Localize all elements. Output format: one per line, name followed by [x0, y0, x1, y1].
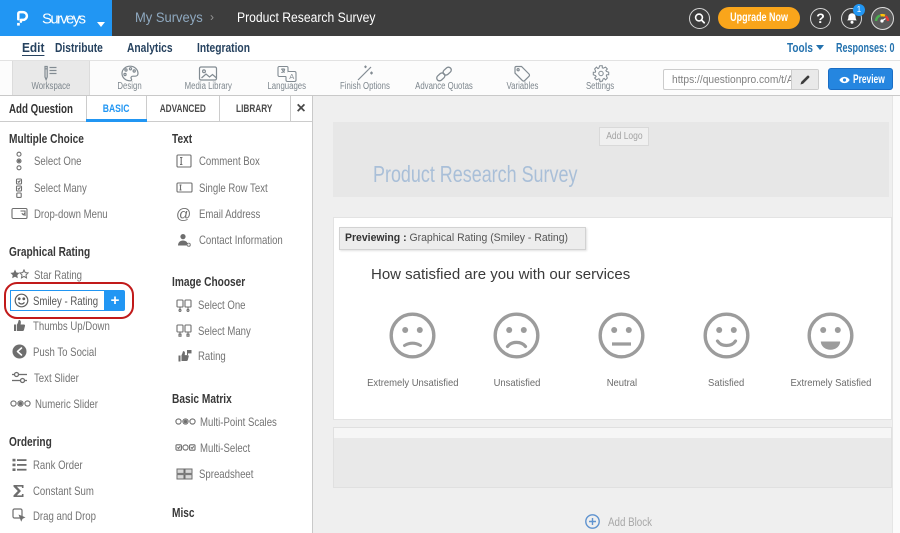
- svg-text:A: A: [289, 72, 294, 81]
- svg-text:@: @: [176, 206, 191, 222]
- svg-text:Surveys: Surveys: [42, 11, 86, 28]
